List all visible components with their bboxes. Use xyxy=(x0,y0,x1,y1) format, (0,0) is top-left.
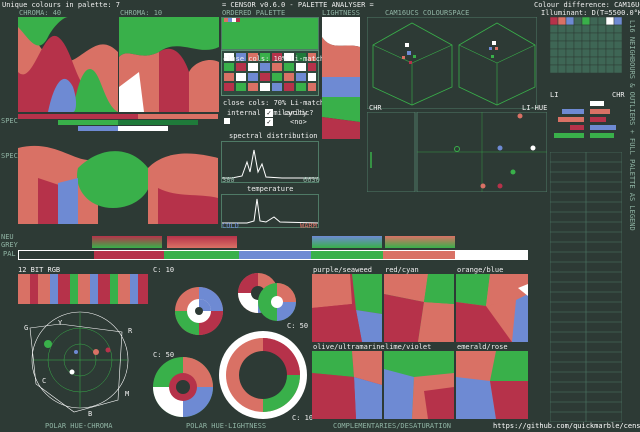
temperature-label: temperature xyxy=(247,185,294,193)
right-side-vertical-text: L16 NEIGHBOURS & OUTLIERS + FULL PALETTE… xyxy=(624,20,638,420)
polar-letter-r: R xyxy=(128,327,133,335)
cvd-orange-blue-label: orange/blue xyxy=(457,266,504,274)
cyclic-checkbox-a[interactable] xyxy=(224,118,230,124)
app-title: = CENSOR v0.6.0 - PALETTE ANALYSER = xyxy=(222,1,374,9)
cvd-red-cyan-voronoi xyxy=(384,274,454,342)
polar-letter-m: M xyxy=(125,390,130,398)
palette-swatch-strip xyxy=(224,18,240,22)
chroma40-label: CHROMA: 40 xyxy=(19,9,62,17)
right-li-chr-bars xyxy=(550,99,622,147)
cvd-purple-seaweed-label: purple/seaweed xyxy=(313,266,373,274)
chroma10-hue-spectrum xyxy=(119,17,219,112)
cyclic-checkbox-b[interactable]: ✓ xyxy=(265,118,273,126)
cvd-purple-seaweed-voronoi xyxy=(312,274,382,342)
chr-li-hue-chart xyxy=(367,112,547,192)
hue-lightness-disc-1 xyxy=(175,287,223,335)
palette-row xyxy=(18,250,528,260)
rgb-12bit-strip xyxy=(18,274,148,304)
spectral-distribution-label: spectral distribution xyxy=(229,132,318,140)
cam16-colourspace-plot xyxy=(367,17,537,109)
c10-label-a: C: 10 xyxy=(153,266,175,274)
polar-hue-chroma-label: POLAR HUE-CHROMA xyxy=(45,422,113,430)
cvd-olive-ultramarine-label: olive/ultramarine xyxy=(313,343,385,351)
spectral-max-label: 6630 xyxy=(303,176,320,184)
chroma10-label: CHROMA: 10 xyxy=(120,9,163,17)
illuminant-label: Illuminant: D(T=5500.0°K) xyxy=(541,9,640,17)
polar-hue-chroma-plot xyxy=(29,311,129,413)
cyclic-value[interactable]: <no> xyxy=(290,118,307,126)
polar-letter-g: G xyxy=(24,324,29,332)
side-pal-label: PAL xyxy=(3,250,16,258)
right-neighbour-list xyxy=(549,151,623,423)
warm-label: WARM xyxy=(300,222,317,230)
complementaries-label: COMPLEMENTARIES/DESATURATION xyxy=(333,422,452,430)
cold-label: COLD xyxy=(222,222,239,230)
li-hue-label: LI-HUE xyxy=(522,104,548,112)
cvd-lime-violet-voronoi xyxy=(384,351,454,419)
cvd-orange-blue-voronoi xyxy=(456,274,528,342)
cvd-emerald-rose-voronoi xyxy=(456,351,528,419)
c10-label-b: C: 10 xyxy=(292,414,314,422)
cvd-lime-violet-label: lime/violet xyxy=(385,343,432,351)
internal-similarity-checkbox[interactable]: ✓ xyxy=(265,109,273,117)
right-side-vertical-label: L16 NEIGHBOURS & OUTLIERS + FULL PALETTE… xyxy=(628,20,636,231)
right-li-label: LI xyxy=(550,91,559,99)
palette-matrix xyxy=(549,16,623,74)
c50-label-a: C: 50 xyxy=(287,322,309,330)
spectral-min-label: 380 xyxy=(222,176,235,184)
hue-lightness-ring xyxy=(219,331,307,419)
hue-lightness-disc-4 xyxy=(153,357,213,417)
side-neu-label: NEU xyxy=(1,233,14,241)
hue-lightness-disc-3 xyxy=(258,283,296,321)
lightness-label: LIGHTNESS xyxy=(322,9,360,17)
ordered-palette-label: ORDERED PALETTE xyxy=(222,9,286,17)
spectral-mixing-map xyxy=(18,138,218,224)
polar-hue-lightness-label: POLAR HUE-LIGHTNESS xyxy=(186,422,267,430)
chroma40-hue-spectrum xyxy=(18,17,118,112)
cyclic-label: cyclic? xyxy=(284,109,314,117)
right-chr-label: CHR xyxy=(612,91,625,99)
rgb-12bit-label: 12 BIT RGB xyxy=(18,266,61,274)
polar-letter-c: C xyxy=(42,377,47,385)
close-cols-10-label: close cols: 10% Li-match xyxy=(223,55,325,63)
neutral-grey-row xyxy=(92,236,492,248)
colour-difference-label: Colour difference: CAM16UCS xyxy=(534,1,640,9)
github-link[interactable]: https://github.com/quickmarble/censor xyxy=(493,422,640,430)
polar-letter-b: B xyxy=(88,410,93,418)
spectral-strip xyxy=(18,114,218,138)
side-spec-label: SPEC xyxy=(1,117,18,125)
polar-letter-y: Y xyxy=(58,319,63,327)
unique-colours-label: Unique colours in palette: 7 xyxy=(2,1,121,9)
cvd-emerald-rose-label: emerald/rose xyxy=(457,343,508,351)
lightness-column xyxy=(322,17,360,139)
close-cols-70-label: close cols: 70% Li-match xyxy=(223,99,325,107)
cvd-red-cyan-label: red/cyan xyxy=(385,266,419,274)
chr-label: CHR xyxy=(369,104,382,112)
side-spec2-label: SPEC xyxy=(1,152,18,160)
cvd-olive-ultramarine-voronoi xyxy=(312,351,382,419)
side-grey-label: GREY xyxy=(1,241,18,249)
cam16-colourspace-label: CAM16UCS COLOURSPACE xyxy=(385,9,470,17)
